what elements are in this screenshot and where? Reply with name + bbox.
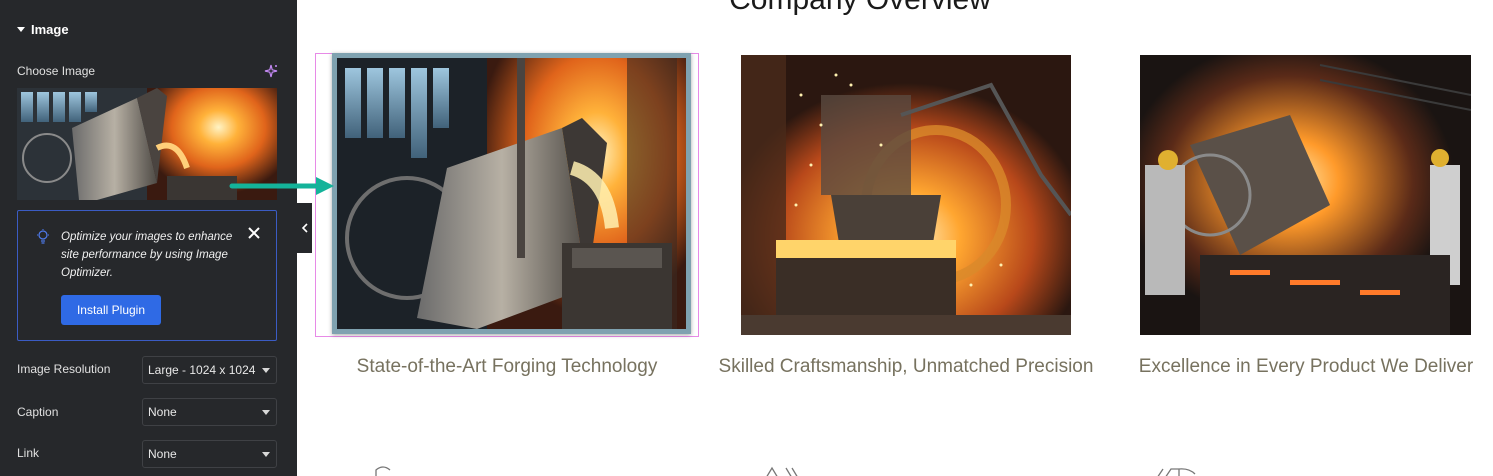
card-2-image[interactable] <box>741 55 1071 335</box>
notice-message: Optimize your images to enhance site per… <box>61 231 233 279</box>
caption-label: Caption <box>17 405 59 419</box>
image-resolution-select[interactable]: Large - 1024 x 1024 <box>142 356 277 384</box>
image-optimizer-notice: Optimize your images to enhance site per… <box>17 210 277 341</box>
feature-icon-3 <box>1157 468 1196 476</box>
install-plugin-button[interactable]: Install Plugin <box>61 295 161 325</box>
image-resolution-value: Large - 1024 x 1024 <box>148 363 256 377</box>
editor-panel: Image Choose Image Optimize your images … <box>0 0 297 476</box>
chevron-down-icon <box>262 452 270 457</box>
caption-value: None <box>148 405 177 419</box>
caret-down-icon <box>17 27 25 32</box>
link-label: Link <box>17 446 40 460</box>
close-icon[interactable] <box>247 226 261 240</box>
card-1-caption: State-of-the-Art Forging Technology <box>356 356 658 377</box>
choose-image-label: Choose Image <box>17 64 96 78</box>
molten-metal-bucket-image <box>741 55 1071 335</box>
feature-icon-2 <box>766 466 798 476</box>
link-select[interactable]: None <box>142 440 277 468</box>
image-resolution-label: Image Resolution <box>17 362 111 376</box>
card-3-caption: Excellence in Every Product We Deliver <box>1138 356 1474 377</box>
chevron-down-icon <box>262 368 270 373</box>
feature-icon-1 <box>375 466 391 476</box>
annotation-arrow-icon <box>229 177 334 195</box>
image-section-toggle[interactable]: Image <box>17 22 69 37</box>
ai-sparkle-icon[interactable] <box>264 64 278 78</box>
chevron-down-icon <box>262 410 270 415</box>
selected-image-frame <box>332 53 691 334</box>
collapse-panel-button[interactable] <box>297 203 312 253</box>
card-2-caption: Skilled Craftsmanship, Unmatched Precisi… <box>718 356 1094 377</box>
workers-pouring-image <box>1140 55 1471 335</box>
link-value: None <box>148 447 177 461</box>
section-title: Image <box>31 22 69 37</box>
lightbulb-icon <box>37 229 49 244</box>
card-3-image[interactable] <box>1140 55 1471 335</box>
caption-select[interactable]: None <box>142 398 277 426</box>
section-heading: Company Overview <box>600 0 1120 17</box>
chevron-left-icon <box>301 223 308 233</box>
